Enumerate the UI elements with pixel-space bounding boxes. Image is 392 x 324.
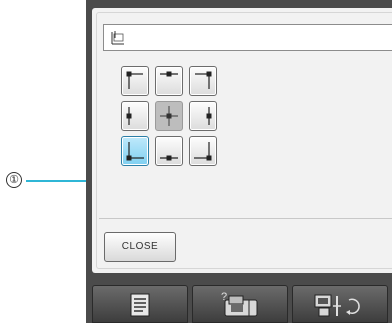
- bottom-left-position-icon: [126, 142, 144, 161]
- top-left-position-icon: [126, 71, 143, 89]
- device-frame: CLOSE ?: [86, 0, 392, 323]
- position-top-center-button[interactable]: [155, 66, 183, 96]
- top-right-position-icon: [195, 71, 212, 89]
- position-middle-left-button[interactable]: [121, 101, 149, 131]
- embroidery-unit-button[interactable]: [292, 285, 388, 323]
- needle-position-icon: [111, 31, 124, 45]
- pattern-list-button[interactable]: [92, 285, 188, 323]
- position-bottom-center-button[interactable]: [155, 136, 183, 166]
- position-top-left-button[interactable]: [121, 66, 149, 96]
- position-center-button[interactable]: [155, 101, 183, 131]
- callout-number: ①: [6, 172, 22, 188]
- middle-right-position-icon: [206, 107, 212, 125]
- position-top-right-button[interactable]: [189, 66, 217, 96]
- lcd-screen: CLOSE: [92, 8, 392, 273]
- center-position-icon: [160, 106, 178, 126]
- pattern-preview-box: [103, 24, 392, 51]
- middle-left-position-icon: [126, 107, 132, 125]
- position-bottom-right-button[interactable]: [189, 136, 217, 166]
- bottom-toolbar: ?: [86, 277, 392, 323]
- help-button[interactable]: ?: [192, 285, 288, 323]
- embroidery-unit-icon: [314, 294, 360, 317]
- top-center-position-icon: [160, 71, 178, 77]
- bottom-center-position-icon: [160, 155, 178, 161]
- start-position-grid: [103, 59, 263, 207]
- close-button[interactable]: CLOSE: [104, 232, 176, 262]
- divider: [99, 218, 392, 219]
- document-list-icon: [130, 293, 150, 317]
- help-sewing-machine-icon: ?: [221, 291, 258, 317]
- bottom-right-position-icon: [194, 142, 212, 161]
- position-middle-right-button[interactable]: [189, 101, 217, 131]
- position-bottom-left-button[interactable]: [121, 136, 149, 166]
